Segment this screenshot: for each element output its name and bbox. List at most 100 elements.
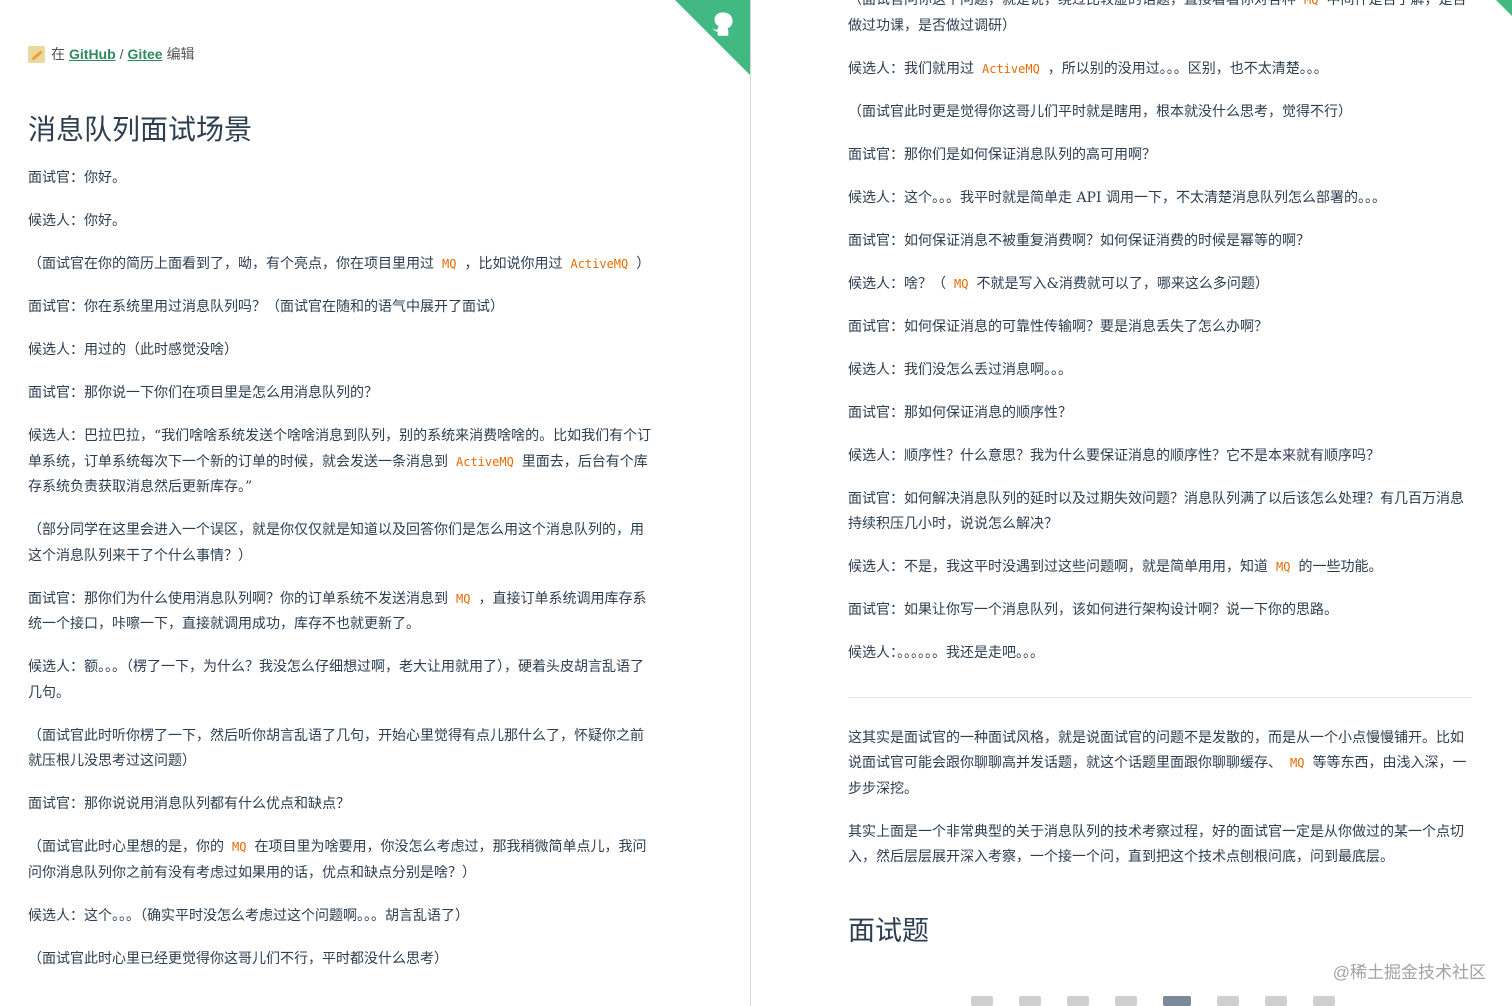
inline-code: ActiveMQ	[456, 454, 514, 469]
speaker-label: 面试官：	[848, 602, 904, 618]
line-text: 那如何保证消息的顺序性？	[904, 404, 1072, 421]
line-text: 啥？（	[904, 275, 946, 292]
speaker-label: 候选人：	[848, 559, 904, 575]
dialogue-line: 候选人：我们没怎么丢过消息啊。。。	[848, 358, 1472, 384]
github-octocat-icon[interactable]	[706, 6, 740, 40]
dialogue-line: 候选人：用过的（此时感觉没啥）	[28, 338, 656, 364]
narration-line: （部分同学在这里会进入一个误区，就是你仅仅就是知道以及回答你们是怎么用这个消息队…	[28, 518, 656, 569]
speaker-label: 候选人：	[848, 275, 904, 292]
line-text: 顺序性？什么意思？我为什么要保证消息的顺序性？它不是本来就有顺序吗？	[904, 447, 1380, 464]
line-text: 。。。。。。我还是走吧。。。	[897, 645, 1044, 661]
inline-code: MQ	[1304, 0, 1319, 7]
dialogue-line: 面试官：那你们为什么使用消息队列啊？你的订单系统不发送消息到 MQ ，直接订单系统调…	[28, 587, 656, 638]
dialogue-line: 候选人：这个。。。我平时就是简单走 API 调用一下，不太清楚消息队列怎么部署的…	[848, 186, 1472, 212]
line-text: 你好。	[84, 170, 126, 186]
dialogue-line: 面试官：你在系统里用过消息队列吗？（面试官在随和的语气中展开了面试）	[28, 295, 656, 321]
toolbar-button[interactable]	[1019, 996, 1041, 1006]
dialogue-line: 面试官：如何保证消息不被重复消费啊？如何保证消费的时候是幂等的啊？	[848, 229, 1472, 255]
line-text: ，所以别的没用过。。。区别，也不太清楚。。。	[1047, 60, 1328, 77]
inline-code: MQ	[232, 840, 247, 854]
speaker-label: 候选人：	[28, 428, 84, 444]
left-page: 在 GitHub / Gitee 编辑 消息队列面试场景 面试官：你好。 候选人：…	[0, 0, 750, 1006]
line-text: 不是，我这平时没遇到过这些问题啊，就是简单用用，知道	[904, 559, 1268, 575]
line-text: 那你们为什么使用消息队列啊？你的订单系统不发送消息到	[84, 590, 448, 607]
dialogue-line: 面试官：那如何保证消息的顺序性？	[848, 401, 1472, 427]
narration-line: （面试官此时听你楞了一下，然后听你胡言乱语了几句，开始心里觉得有点儿那什么了，怀…	[28, 724, 656, 775]
line-text: 其实上面是一个非常典型的关于消息队列的技术考察过程，好的面试官一定是从你做过的某…	[848, 823, 1464, 866]
line-text: （面试官在你的简历上面看到了，呦，有个亮点，你在项目里用过	[28, 256, 434, 272]
line-text: 你好。	[84, 213, 126, 229]
speaker-label: 面试官：	[28, 796, 84, 812]
toolbar-button[interactable]	[1163, 996, 1191, 1006]
dialogue-line: 候选人：这个。。。（确实平时没怎么考虑过这个问题啊。。。胡言乱语了）	[28, 904, 656, 930]
inline-code: MQ	[1290, 756, 1305, 770]
speaker-label: 面试官：	[848, 146, 904, 163]
watermark: @稀土掘金技术社区	[1332, 963, 1486, 982]
speaker-label: 候选人：	[848, 447, 904, 464]
dialogue-line: 面试官：如果让你写一个消息队列，该如何进行架构设计啊？说一下你的思路。	[848, 598, 1472, 624]
speaker-label: 面试官：	[848, 318, 904, 335]
line-text: 那你说说用消息队列都有什么优点和缺点？	[84, 796, 350, 812]
toolbar-button[interactable]	[1265, 996, 1287, 1006]
narration-line: （面试官在你的简历上面看到了，呦，有个亮点，你在项目里用过 MQ ，比如说你用过 Ac…	[28, 252, 656, 278]
narration-line: （面试官此时心里已经更觉得你这哥儿们不行，平时都没什么思考）	[28, 947, 656, 973]
github-corner-right[interactable]	[1496, 0, 1512, 16]
inline-code: ActiveMQ	[982, 61, 1040, 76]
toolbar-button[interactable]	[1313, 996, 1335, 1006]
toolbar-button[interactable]	[1067, 996, 1089, 1006]
inline-code: ActiveMQ	[570, 257, 629, 271]
dialogue-line: 面试官：那你说说用消息队列都有什么优点和缺点？	[28, 792, 656, 818]
dialogue-line: 面试官：如何解决消息队列的延时以及过期失效问题？消息队列满了以后该怎么处理？有几…	[848, 487, 1472, 538]
speaker-label: 候选人：	[848, 361, 904, 378]
dialogue-line: 面试官：如何保证消息的可靠性传输啊？要是消息丢失了怎么办啊？	[848, 315, 1472, 341]
dialogue-line: 候选人：你好。	[28, 209, 656, 235]
dialogue-line: 候选人：额。。。（楞了一下，为什么？我没怎么仔细想过啊，老大让用就用了），硬着头…	[28, 655, 656, 706]
line-text: 如何保证消息不被重复消费啊？如何保证消费的时候是幂等的啊？	[904, 232, 1310, 249]
speaker-label: 面试官：	[28, 299, 84, 315]
narration-line: （面试官此时更是觉得你这哥儿们平时就是瞎用，根本就没什么思考，觉得不行）	[848, 100, 1472, 126]
line-text: 你在系统里用过消息队列吗？（面试官在随和的语气中展开了面试）	[84, 299, 504, 315]
inline-code: MQ	[456, 591, 471, 606]
speaker-label: 面试官：	[848, 232, 904, 249]
toolbar-button[interactable]	[1115, 996, 1137, 1006]
line-text: （面试官此时心里想的是，你的	[28, 839, 224, 855]
speaker-label: 面试官：	[848, 404, 904, 421]
toolbar-button[interactable]	[971, 996, 993, 1006]
line-text: 如何保证消息的可靠性传输啊？要是消息丢失了怎么办啊？	[904, 318, 1268, 335]
toolbar-button[interactable]	[1217, 996, 1239, 1006]
dialogue-line: 候选人：顺序性？什么意思？我为什么要保证消息的顺序性？它不是本来就有顺序吗？	[848, 444, 1472, 470]
line-text: 的一些功能。	[1298, 559, 1383, 575]
reader-toolbar	[971, 996, 1335, 1006]
line-text: （面试官此时心里已经更觉得你这哥儿们不行，平时都没什么思考）	[28, 950, 448, 967]
line-text: 额。。。（楞了一下，为什么？我没怎么仔细想过啊，老大让用就用了），硬着头皮胡言乱…	[28, 659, 644, 701]
inline-code: MQ	[442, 257, 457, 271]
line-text: （部分同学在这里会进入一个误区，就是你仅仅就是知道以及回答你们是怎么用这个消息队…	[28, 522, 644, 564]
speaker-label: 候选人：	[848, 189, 904, 206]
dialogue-line: 候选人：不是，我这平时没遇到过这些问题啊，就是简单用用，知道 MQ 的一些功能。	[848, 555, 1472, 581]
right-page: （面试官问你这个问题，就是说，绕过比较虚的话题，直接看看你对各种 MQ 中间件是否了…	[751, 0, 1512, 1006]
inline-code: MQ	[954, 276, 969, 291]
dialogue-line: 面试官：那你说一下你们在项目里是怎么用消息队列的？	[28, 381, 656, 407]
line-text: 那你们是如何保证消息队列的高可用啊？	[904, 146, 1156, 163]
line-text: （面试官此时听你楞了一下，然后听你胡言乱语了几句，开始心里觉得有点儿那什么了，怀…	[28, 727, 644, 770]
dialogue-line: 候选人：我们就用过 ActiveMQ ，所以别的没用过。。。区别，也不太清楚。。。	[848, 57, 1472, 83]
line-text: ）	[636, 256, 651, 272]
line-text: 我们就用过	[904, 60, 974, 77]
speaker-label: 候选人：	[28, 907, 84, 924]
dialogue-line: 面试官：你好。	[28, 166, 656, 192]
section-title: 面试题	[848, 915, 929, 947]
line-text: （面试官问你这个问题，就是说，绕过比较虚的话题，直接看看你对各种	[848, 0, 1296, 8]
dialogue-line: 候选人：啥？（ MQ 不就是写入&消费就可以了，哪来这么多问题）	[848, 272, 1472, 298]
narration-line: （面试官问你这个问题，就是说，绕过比较虚的话题，直接看看你对各种 MQ 中间件是否了…	[848, 0, 1472, 39]
line-text: 如果让你写一个消息队列，该如何进行架构设计啊？说一下你的思路。	[904, 602, 1338, 618]
dialogue-line: 候选人：。。。。。。我还是走吧。。。	[848, 641, 1472, 667]
speaker-label: 面试官：	[28, 590, 84, 607]
line-text: 这个。。。我平时就是简单走 API 调用一下，不太清楚消息队列怎么部署的。。。	[904, 189, 1386, 206]
narration-line: 这其实是面试官的一种面试风格，就是说面试官的问题不是发散的，而是从一个小点慢慢铺…	[848, 726, 1472, 803]
speaker-label: 面试官：	[28, 170, 84, 186]
summary-section: 这其实是面试官的一种面试风格，就是说面试官的问题不是发散的，而是从一个小点慢慢铺…	[848, 726, 1472, 871]
line-text: 如何解决消息队列的延时以及过期失效问题？消息队列满了以后该怎么处理？有几百万消息…	[848, 490, 1464, 533]
speaker-label: 候选人：	[28, 659, 84, 675]
narration-line: 其实上面是一个非常典型的关于消息队列的技术考察过程，好的面试官一定是从你做过的某…	[848, 820, 1472, 871]
line-text: 那你说一下你们在项目里是怎么用消息队列的？	[84, 385, 378, 401]
